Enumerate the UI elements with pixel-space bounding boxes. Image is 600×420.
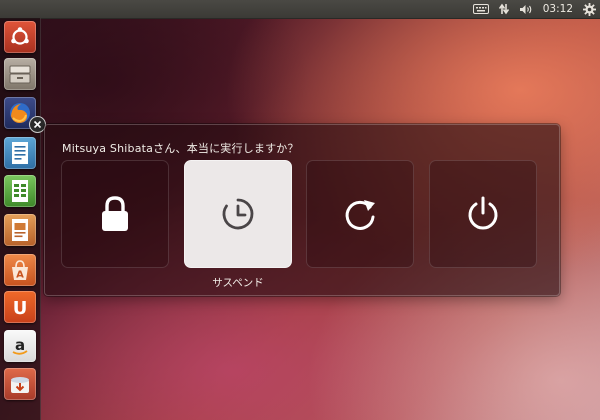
clock[interactable]: 03:12 [543,0,573,18]
ubuntu-one-icon[interactable]: U [4,291,36,323]
suspend-button[interactable] [184,160,292,268]
files-icon[interactable] [4,58,36,90]
suspend-label: サスペンド [212,277,264,289]
impress-icon[interactable] [4,214,36,246]
suspend-icon [222,198,254,230]
volume-icon[interactable] [519,0,533,18]
dialog-title: Mitsuya Shibataさん、本当に実行しますか？ [62,142,299,155]
shutdown-button[interactable] [429,160,537,268]
software-center-icon[interactable]: A [4,254,36,286]
lock-icon [102,196,128,231]
svg-text:U: U [13,298,28,318]
amazon-icon[interactable]: a [4,330,36,362]
ubuntu-dash-icon[interactable] [4,21,36,53]
top-panel: 03:12 [0,0,600,19]
calc-icon[interactable] [4,175,36,207]
network-icon[interactable] [498,0,509,18]
svg-text:A: A [16,270,24,281]
restart-button[interactable] [306,160,414,268]
power-icon [468,196,498,230]
writer-icon[interactable] [4,137,36,169]
session-dialog: Mitsuya Shibataさん、本当に実行しますか？ サスペンド [44,124,560,296]
indicator-area: 03:12 [472,0,596,18]
update-manager-icon[interactable] [4,368,36,400]
launcher: A U a [0,18,41,420]
close-icon [33,120,42,129]
lock-button[interactable] [61,160,169,268]
svg-text:a: a [15,336,25,354]
restart-icon [345,200,375,230]
settings-gear-icon[interactable] [583,0,596,18]
keyboard-icon[interactable] [472,0,489,18]
